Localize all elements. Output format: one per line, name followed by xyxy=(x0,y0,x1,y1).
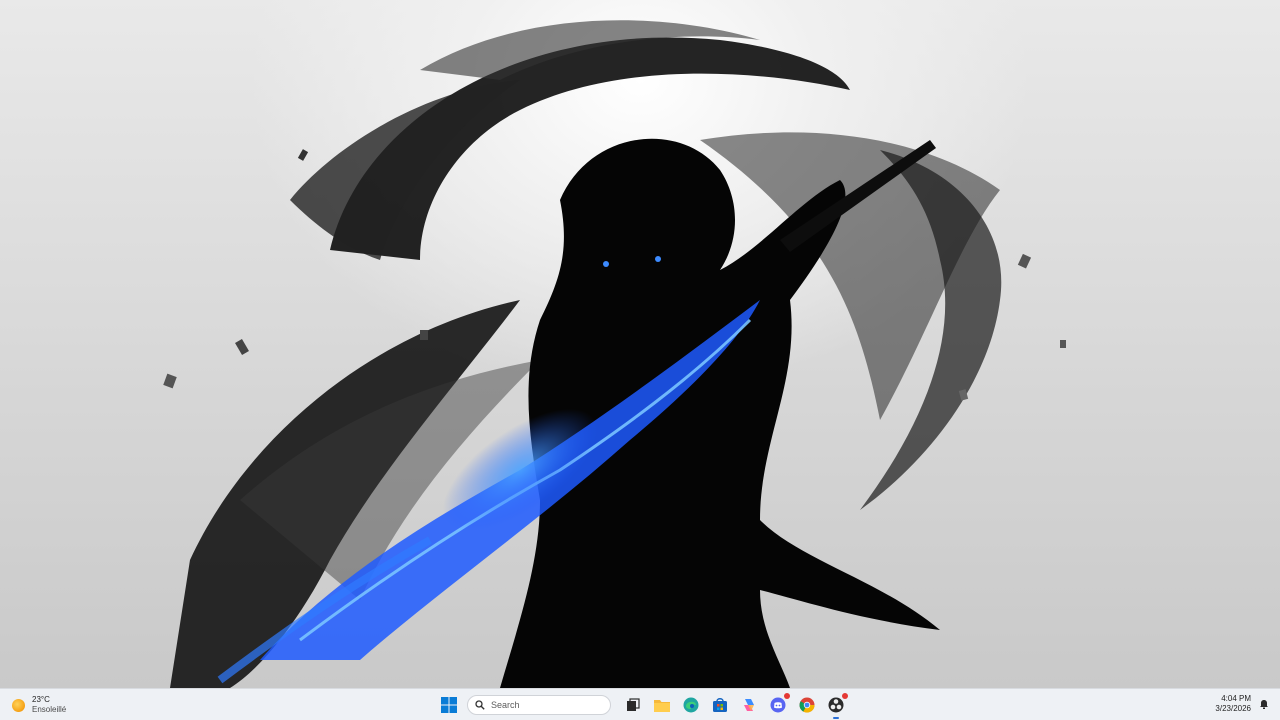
task-view-button[interactable] xyxy=(621,693,645,717)
start-button[interactable] xyxy=(437,693,461,717)
obs-button[interactable] xyxy=(824,693,848,719)
edge-button[interactable] xyxy=(679,693,703,717)
weather-widget[interactable]: 23°C Ensoleillé xyxy=(12,694,66,716)
weather-condition: Ensoleillé xyxy=(32,705,67,714)
weather-temperature: 23°C xyxy=(32,695,50,704)
edge-icon xyxy=(683,697,699,713)
taskbar: 23°C Ensoleillé Search 4:04 PM 3/23/2026 xyxy=(0,688,1280,720)
store-icon xyxy=(713,698,727,712)
clock-time: 4:04 PM xyxy=(1221,694,1251,703)
copilot-button[interactable] xyxy=(737,693,761,717)
discord-button[interactable] xyxy=(766,693,790,717)
store-button[interactable] xyxy=(708,693,732,717)
taskbar-center: Search xyxy=(437,692,848,719)
folder-icon xyxy=(654,700,670,712)
clock-date: 3/23/2026 xyxy=(1215,704,1251,713)
discord-icon xyxy=(770,697,786,713)
discord-notification-badge xyxy=(784,693,790,699)
chrome-icon xyxy=(799,697,815,713)
search-box[interactable]: Search xyxy=(467,695,611,715)
obs-recording-badge xyxy=(842,693,848,699)
sun-icon xyxy=(12,698,25,712)
copilot-icon xyxy=(744,699,754,711)
desktop-wallpaper xyxy=(0,0,1280,688)
notification-bell-icon[interactable] xyxy=(1258,698,1270,710)
windows-logo-icon xyxy=(441,697,457,713)
system-clock[interactable]: 4:04 PM 3/23/2026 xyxy=(1215,694,1251,714)
chrome-button[interactable] xyxy=(795,693,819,717)
obs-active-indicator xyxy=(833,717,839,719)
wallpaper-art xyxy=(163,20,1066,688)
search-placeholder: Search xyxy=(491,700,520,710)
obs-icon xyxy=(828,697,844,713)
search-icon xyxy=(475,700,485,710)
file-explorer-button[interactable] xyxy=(650,693,674,717)
task-view-icon xyxy=(627,698,640,711)
